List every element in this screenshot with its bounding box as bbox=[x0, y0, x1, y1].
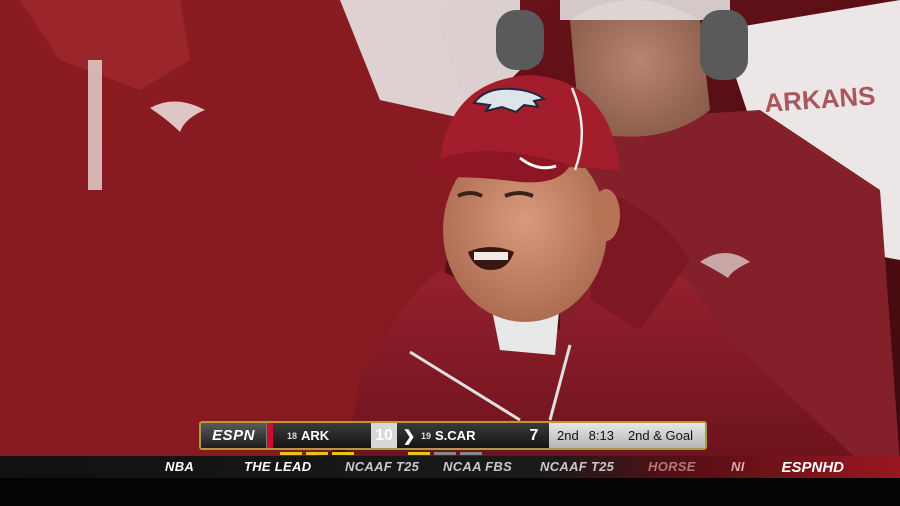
team1-name: ARK bbox=[301, 428, 330, 443]
razorback-icon bbox=[472, 87, 546, 114]
game-status: 2nd 8:13 2nd & Goal bbox=[549, 423, 705, 448]
timeout-indicator bbox=[306, 452, 328, 455]
ticker-item: NI bbox=[731, 459, 745, 474]
ticker-item: NCAAF T25 bbox=[345, 459, 420, 474]
team2-name: S.CAR bbox=[435, 428, 476, 443]
ticker-item: NCAA FBS bbox=[443, 459, 513, 474]
timeout-indicator bbox=[434, 452, 456, 455]
ticker-item: HORSE bbox=[648, 459, 696, 474]
team1-score: 10 bbox=[371, 423, 397, 448]
ticker-item: NCAAF T25 bbox=[540, 459, 615, 474]
team2-score: 7 bbox=[529, 426, 539, 444]
down-distance: 2nd & Goal bbox=[627, 428, 693, 443]
ticker-item: THE LEAD bbox=[244, 459, 312, 474]
espnhd-logo: ESPNHD bbox=[781, 459, 844, 476]
team2-rank: 19 bbox=[421, 430, 432, 441]
ticker-item: NBA bbox=[165, 459, 195, 474]
sideline-scene: ARKANS bbox=[0, 0, 900, 462]
team2: 19 S.CAR bbox=[421, 423, 519, 448]
timeout-indicator bbox=[280, 452, 302, 455]
score-bug: ESPN 18 ARK 10 ❯ 19 S.CAR 7 2nd 8:13 2nd… bbox=[199, 421, 707, 450]
timeout-indicator bbox=[460, 452, 482, 455]
quarter: 2nd bbox=[557, 428, 579, 443]
game-clock: 8:13 bbox=[588, 428, 614, 443]
team1: 18 ARK bbox=[273, 423, 371, 448]
team1-rank: 18 bbox=[287, 430, 298, 441]
timeout-indicator bbox=[332, 452, 354, 455]
timeout-indicator bbox=[408, 452, 430, 455]
espn-logo: ESPN bbox=[201, 423, 267, 448]
possession-arrow-icon: ❯ bbox=[402, 427, 416, 445]
broadcast-frame: ARKANS ESPN 18 ARK 10 ❯ 19 S.CAR 7 2nd 8… bbox=[0, 0, 900, 506]
letterbox-bar bbox=[0, 478, 900, 506]
